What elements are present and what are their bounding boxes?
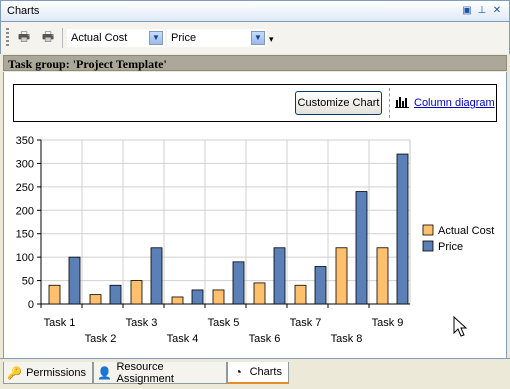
bar-actual-cost-8 (335, 247, 348, 305)
resource-assignment-icon: 👤 (97, 365, 113, 380)
bar-price-6 (273, 247, 286, 305)
bar-actual-cost-6 (253, 282, 266, 305)
y-tick-label: 250 (16, 182, 34, 194)
bar-actual-cost-5 (212, 289, 225, 305)
close-icon[interactable]: ✕ (491, 5, 503, 17)
price-combo[interactable]: Price ▼ (167, 29, 267, 47)
actual-cost-combo-value: Actual Cost (71, 32, 128, 44)
chevron-down-icon[interactable]: ▼ (251, 31, 265, 45)
bar-actual-cost-4 (171, 296, 184, 305)
customize-chart-button[interactable]: Customize Chart (295, 91, 382, 115)
plot-area (40, 139, 411, 305)
column-diagram-icon[interactable] (395, 96, 409, 108)
chevron-down-icon[interactable]: ▼ (149, 31, 163, 45)
bar-price-2 (109, 284, 122, 305)
print-preview-icon[interactable]: 🖶 (15, 29, 33, 45)
bar-price-7 (314, 266, 327, 305)
title-bar: Charts ▣ ⊥ ✕ (0, 0, 510, 22)
bar-price-9 (396, 153, 409, 305)
mouse-cursor-icon (453, 316, 468, 337)
bar-actual-cost-7 (294, 284, 307, 305)
legend-swatch (422, 224, 434, 236)
task-group-header: Task group: 'Project Template' (3, 55, 507, 71)
tab-strip: 🔑 Permissions 👤 Resource Assignment ◔ Ch… (0, 358, 510, 389)
x-tick-label: Task 5 (208, 317, 240, 329)
x-tick-label: Task 2 (85, 333, 117, 345)
legend-label: Actual Cost (438, 225, 494, 237)
print-icon[interactable]: 🖶 (39, 29, 57, 45)
toolbar-grip[interactable] (6, 28, 9, 48)
actual-cost-combo[interactable]: Actual Cost ▼ (67, 29, 165, 47)
chart-tools-bar: Customize Chart Column diagram (13, 84, 497, 122)
legend-swatch (422, 240, 434, 252)
y-tick-label: 300 (16, 158, 34, 170)
pin-icon[interactable]: ⊥ (476, 5, 488, 17)
y-tick-label: 0 (28, 299, 34, 311)
y-tick-label: 200 (16, 205, 34, 217)
x-tick-label: Task 8 (331, 333, 363, 345)
toolbar-separator (62, 28, 63, 48)
legend-label: Price (438, 241, 463, 253)
bar-price-1 (68, 256, 81, 305)
x-tick-label: Task 7 (290, 317, 322, 329)
y-tick-label: 350 (16, 135, 34, 147)
column-diagram-link[interactable]: Column diagram (414, 97, 495, 109)
tab-resource-assignment[interactable]: 👤 Resource Assignment (93, 360, 227, 385)
bar-actual-cost-9 (376, 247, 389, 305)
bar-price-5 (232, 261, 245, 305)
price-combo-value: Price (171, 32, 197, 44)
window-title: Charts (7, 5, 40, 17)
tab-charts[interactable]: ◔ Charts (227, 362, 289, 384)
y-tick-label: 100 (16, 252, 34, 264)
column-chart: 0 50 100 150 200 250 300 350 Task 1 Task 2 Task 3 T… (16, 135, 495, 345)
bar-price-4 (191, 289, 204, 305)
permissions-icon: 🔑 (7, 365, 23, 380)
bar-actual-cost-3 (130, 280, 143, 305)
tab-label: Permissions (26, 366, 86, 379)
bar-price-8 (355, 191, 368, 305)
divider (389, 88, 390, 118)
tab-label: Charts (249, 366, 282, 378)
tab-label: Resource Assignment (116, 360, 174, 385)
x-tick-label: Task 4 (167, 333, 199, 345)
bar-price-3 (150, 247, 163, 305)
window-restore-icon[interactable]: ▣ (461, 5, 473, 17)
bar-actual-cost-1 (48, 284, 61, 305)
x-tick-label: Task 3 (126, 317, 158, 329)
y-tick-label: 50 (22, 276, 34, 288)
tab-permissions[interactable]: 🔑 Permissions (3, 362, 93, 384)
charts-icon: ◔ (234, 365, 242, 379)
x-tick-label: Task 9 (372, 317, 404, 329)
toolbar-overflow-icon[interactable]: ▾ (269, 34, 274, 45)
toolbar: 🖶 🖶 Actual Cost ▼ Price ▼ ▾ (0, 22, 510, 54)
x-tick-label: Task 6 (249, 333, 281, 345)
x-tick-label: Task 1 (44, 317, 76, 329)
y-tick-label: 150 (16, 229, 34, 241)
bar-actual-cost-2 (89, 294, 102, 305)
task-group-title: Task group: 'Project Template' (8, 57, 167, 71)
